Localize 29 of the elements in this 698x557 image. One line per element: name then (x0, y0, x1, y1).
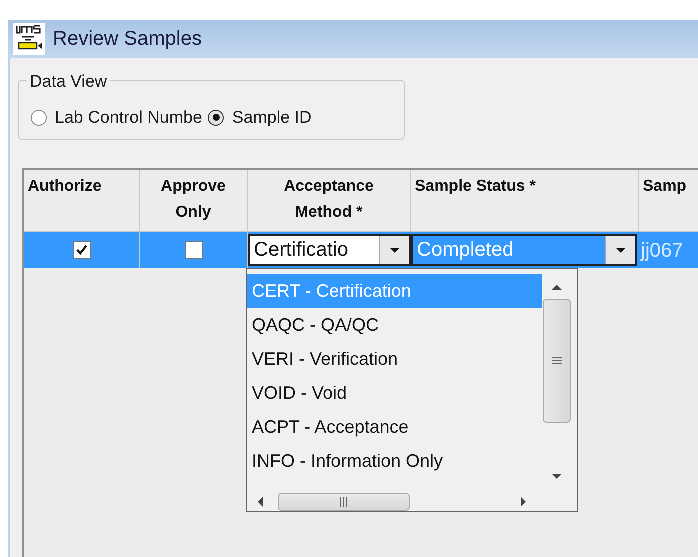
radio-label[interactable]: Sample ID (232, 105, 312, 130)
scroll-thumb[interactable] (543, 299, 571, 423)
radio-button[interactable] (208, 110, 224, 126)
checkbox[interactable] (72, 241, 90, 259)
column-header[interactable]: Samp (639, 170, 698, 231)
dropdown-option[interactable]: ACPT - Acceptance (247, 410, 542, 444)
window-title: Review Samples (53, 27, 202, 52)
column-header[interactable]: Authorize (24, 170, 140, 231)
column-header[interactable]: Acceptance Method * (248, 170, 411, 231)
column-header[interactable]: Sample Status * (411, 170, 639, 231)
caret-icon (388, 246, 400, 254)
table-row[interactable]: Certificatio Completed jj067 (24, 232, 698, 268)
radio-button[interactable] (31, 110, 47, 126)
dropdown-option[interactable]: VERI - Verification (247, 342, 542, 376)
dropdown-option[interactable]: VOID - Void (247, 376, 542, 410)
scroll-right-icon[interactable] (520, 496, 527, 508)
caret-icon (614, 246, 626, 254)
app-logo-icon (13, 23, 45, 55)
table-cell-text: jj067 (640, 239, 684, 264)
scroll-up-icon[interactable] (551, 284, 563, 291)
scroll-down-icon[interactable] (551, 473, 563, 480)
dropdown-option[interactable]: QAQC - QA/QC (247, 308, 542, 342)
dropdown-option[interactable]: INFO - Information Only (247, 444, 542, 478)
scroll-left-icon[interactable] (257, 496, 264, 508)
dropdown-field[interactable]: Certificatio (248, 234, 411, 266)
checkbox[interactable] (184, 241, 202, 259)
scroll-thumb[interactable] (278, 493, 410, 511)
column-header[interactable]: Approve Only (140, 170, 248, 231)
radio-label[interactable]: Lab Control Numbe (55, 105, 202, 130)
